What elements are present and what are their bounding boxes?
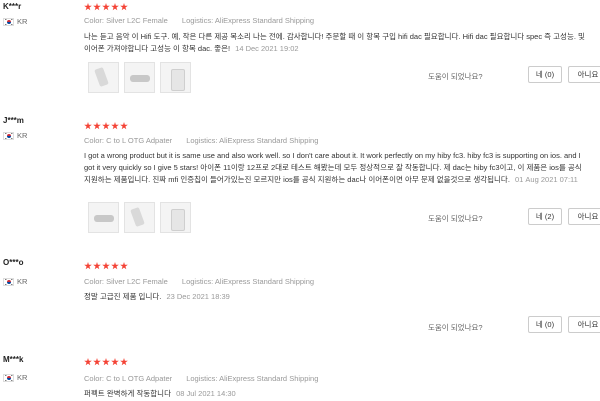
korea-flag-icon [3,277,14,286]
color-label: Color: [84,136,105,145]
star-rating [84,358,128,366]
color-value: C to L OTG Adpater [106,136,173,145]
reviewer-country: KR [3,277,27,286]
helpful-prompt: 도움이 되었나요? [428,214,483,223]
star-icon [93,358,101,366]
logistics-value: AliExpress Standard Shipping [214,277,315,286]
review-date: 14 Dec 2021 19:02 [235,44,299,53]
country-code: KR [17,131,28,140]
review-body: 정말 고급진 제품 입니다. [84,292,162,301]
review-body: 퍼펙트 완벽하게 작동합니다 [84,389,171,398]
star-icon [84,3,92,11]
review-photo[interactable] [88,202,119,233]
color-value: C to L OTG Adpater [106,374,173,383]
review-meta: Color: C to L OTG Adpater Logistics: Ali… [84,374,318,383]
color-label: Color: [84,277,105,286]
star-icon [111,358,119,366]
star-icon [93,262,101,270]
star-rating [84,262,128,270]
star-rating [84,3,128,11]
review-body: I got a wrong product but it is same use… [84,151,582,184]
star-icon [120,262,128,270]
review-text: 퍼펙트 완벽하게 작동합니다 08 Jul 2021 14:30 [84,388,589,400]
star-icon [120,3,128,11]
review-body: 나는 듣고 음악 이 Hifi 도구. 예, 작은 다른 제공 목소리 나는 전… [84,32,585,53]
logistics-label: Logistics: [186,374,218,383]
helpful-no-button[interactable]: 아니요 [568,208,600,225]
helpful-prompt: 도움이 되었나요? [428,72,483,81]
helpful-no-button[interactable]: 아니요 [568,316,600,333]
reviewer-country: KR [3,17,27,26]
review-text: 정말 고급진 제품 입니다. 23 Dec 2021 18:39 [84,291,589,303]
logistics-label: Logistics: [181,277,214,286]
review-date: 01 Aug 2021 07:11 [515,175,578,184]
helpful-yes-button[interactable]: 네 (0) [528,316,562,333]
star-icon [84,262,92,270]
reviewer-name: K***r [3,2,22,11]
star-icon [102,122,110,130]
star-icon [102,3,110,11]
logistics-value: AliExpress Standard Shipping [219,374,319,383]
star-icon [102,358,110,366]
country-code: KR [17,17,28,26]
reviewer-country: KR [3,373,27,382]
review-meta: Color: Silver L2C Female Logistics: AliE… [84,16,314,25]
star-icon [111,122,119,130]
reviewer-country: KR [3,131,27,140]
review-date: 08 Jul 2021 14:30 [176,389,236,398]
star-icon [93,122,101,130]
review-meta: Color: Silver L2C Female Logistics: AliE… [84,277,314,286]
review-text: 나는 듣고 음악 이 Hifi 도구. 예, 작은 다른 제공 목소리 나는 전… [84,31,589,55]
star-icon [120,122,128,130]
color-value: Silver L2C Female [106,16,168,25]
helpful-no-button[interactable]: 아니요 [568,66,600,83]
star-icon [120,358,128,366]
color-label: Color: [84,16,105,25]
korea-flag-icon [3,17,14,26]
review-photos [88,62,191,93]
star-icon [111,3,119,11]
star-icon [84,358,92,366]
reviewer-name: J***m [3,116,24,125]
review-date: 23 Dec 2021 18:39 [166,292,230,301]
country-code: KR [17,373,28,382]
review-photo[interactable] [88,62,119,93]
helpful-yes-button[interactable]: 네 (2) [528,208,562,225]
color-label: Color: [84,374,105,383]
color-value: Silver L2C Female [106,277,168,286]
review-text: I got a wrong product but it is same use… [84,150,589,186]
review-meta: Color: C to L OTG Adpater Logistics: Ali… [84,136,318,145]
korea-flag-icon [3,131,14,140]
review-photo[interactable] [124,202,155,233]
korea-flag-icon [3,373,14,382]
review-photo[interactable] [160,62,191,93]
logistics-value: AliExpress Standard Shipping [219,136,319,145]
helpful-yes-button[interactable]: 네 (0) [528,66,562,83]
helpful-prompt: 도움이 되었나요? [428,323,483,332]
reviewer-name: O***o [3,258,24,267]
star-icon [84,122,92,130]
logistics-label: Logistics: [181,16,214,25]
logistics-value: AliExpress Standard Shipping [214,16,315,25]
review-photos [88,202,191,233]
star-icon [111,262,119,270]
review-photo[interactable] [124,62,155,93]
star-icon [93,3,101,11]
review-photo[interactable] [160,202,191,233]
country-code: KR [17,277,28,286]
star-rating [84,122,128,130]
logistics-label: Logistics: [186,136,218,145]
reviewer-name: M***k [3,355,24,364]
star-icon [102,262,110,270]
